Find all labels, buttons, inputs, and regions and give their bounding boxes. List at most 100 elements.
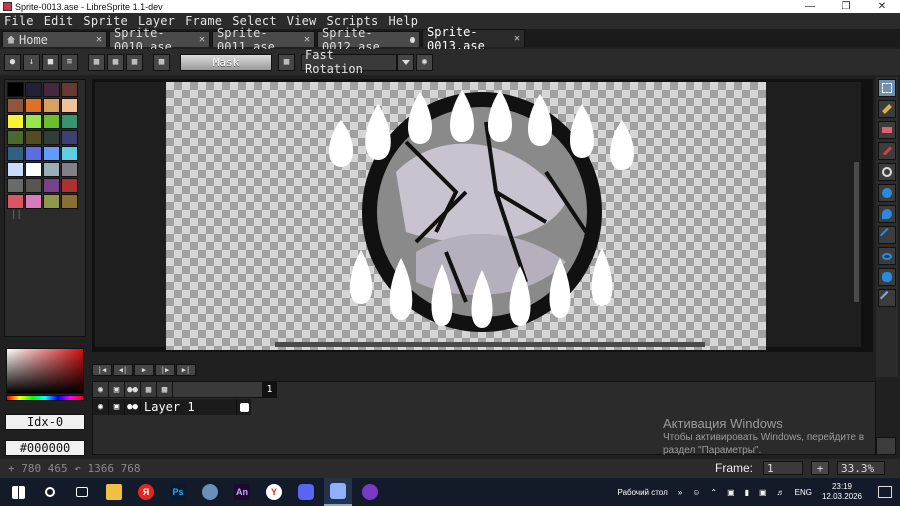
language-indicator[interactable]: ENG: [795, 488, 812, 497]
brush-type-button[interactable]: ●: [4, 53, 21, 71]
taskbar-yandex[interactable]: Я: [132, 478, 160, 506]
layer-onion-icon[interactable]: ●●: [125, 399, 141, 415]
taskbar-animate[interactable]: An: [228, 478, 256, 506]
palette-swatch[interactable]: [61, 114, 78, 129]
lock-header-icon[interactable]: ▣: [109, 382, 125, 398]
minimize-button[interactable]: —: [792, 0, 828, 13]
pivot-button[interactable]: ▦: [278, 53, 295, 71]
battery-icon[interactable]: ▮: [745, 488, 749, 497]
brush-shape-button[interactable]: ■: [42, 53, 59, 71]
palette-swatch[interactable]: [7, 98, 24, 113]
tool-ellipse[interactable]: [878, 247, 896, 265]
notification-icon[interactable]: [878, 486, 892, 498]
palette-swatch[interactable]: [25, 194, 42, 209]
palette-swatch[interactable]: [61, 82, 78, 97]
palette-swatch[interactable]: [7, 114, 24, 129]
tab-home[interactable]: Home ✕: [2, 31, 107, 47]
tool-move[interactable]: [878, 184, 896, 202]
palette-swatch[interactable]: [7, 130, 24, 145]
tab-sprite-0013[interactable]: Sprite-0013.ase ✕: [422, 25, 525, 53]
color-index-field[interactable]: Idx-0: [5, 414, 85, 430]
tool-eraser[interactable]: [878, 121, 896, 139]
tool-zoom[interactable]: [878, 163, 896, 181]
close-icon[interactable]: ✕: [304, 34, 310, 45]
last-frame-button[interactable]: ▶|: [176, 364, 196, 376]
close-icon[interactable]: ✕: [199, 34, 205, 45]
close-icon[interactable]: ✕: [96, 34, 102, 45]
selection-add-button[interactable]: ▦: [107, 53, 124, 71]
hue-slider[interactable]: [6, 395, 84, 401]
menu-edit[interactable]: Edit: [44, 14, 74, 28]
layer-mode-header-icon[interactable]: ▩: [157, 382, 173, 398]
network-icon[interactable]: ▣: [759, 488, 767, 497]
palette-swatch[interactable]: [7, 194, 24, 209]
drop-pixels-button[interactable]: ◉: [416, 53, 433, 71]
palette-swatch[interactable]: [43, 178, 60, 193]
taskbar-paint-app[interactable]: [196, 478, 224, 506]
tab-sprite-0012[interactable]: Sprite-0012.ase: [317, 26, 420, 54]
tray-clock[interactable]: 23:19 12.03.2026: [822, 482, 862, 502]
tool-line[interactable]: [878, 226, 896, 244]
palette-swatch[interactable]: [25, 146, 42, 161]
palette-swatch[interactable]: [25, 130, 42, 145]
visibility-header-icon[interactable]: ◉: [93, 382, 109, 398]
rotation-algorithm-select[interactable]: Fast Rotation: [301, 48, 397, 76]
tool-paint-bucket[interactable]: [878, 205, 896, 223]
volume-icon[interactable]: ♬: [777, 488, 785, 497]
canvas-viewport[interactable]: [95, 82, 861, 350]
tool-blur[interactable]: [878, 289, 896, 307]
taskbar-photoshop[interactable]: Ps: [164, 478, 192, 506]
taskbar-obs[interactable]: [356, 478, 384, 506]
palette-swatch[interactable]: [61, 98, 78, 113]
palette-swatch[interactable]: [25, 114, 42, 129]
palette-swatch[interactable]: [43, 130, 60, 145]
palette-swatch[interactable]: [61, 130, 78, 145]
palette-swatch[interactable]: [7, 178, 24, 193]
frame-number-header[interactable]: 1: [263, 382, 277, 398]
taskbar-file-explorer[interactable]: [100, 478, 128, 506]
tool-eyedropper[interactable]: [878, 142, 896, 160]
layer-name[interactable]: Layer 1: [141, 399, 237, 415]
taskbar-search-button[interactable]: [36, 478, 64, 506]
palette-swatch[interactable]: [43, 146, 60, 161]
close-window-button[interactable]: ✕: [864, 0, 900, 13]
previous-frame-button[interactable]: ◀|: [113, 364, 133, 376]
color-hex-field[interactable]: #000000: [5, 440, 85, 456]
palette-swatch[interactable]: [7, 82, 24, 97]
palette-swatch[interactable]: [25, 82, 42, 97]
transparent-color-button[interactable]: ▩: [153, 53, 170, 71]
brush-size-button[interactable]: ↓: [23, 53, 40, 71]
zoom-field[interactable]: 33.3%: [837, 461, 885, 475]
palette-swatch[interactable]: [43, 114, 60, 129]
layer-row[interactable]: ◉ ▣ ●● Layer 1: [93, 399, 251, 415]
layer-cel[interactable]: [237, 399, 251, 415]
link-cels-header-icon[interactable]: ▦: [141, 382, 157, 398]
mask-button[interactable]: Mask: [180, 53, 272, 71]
palette-swatch[interactable]: [7, 162, 24, 177]
tool-contour[interactable]: [878, 268, 896, 286]
palette-swatch[interactable]: [43, 162, 60, 177]
tray-overflow-icon[interactable]: ⌃: [710, 488, 717, 497]
palette-swatch[interactable]: [61, 162, 78, 177]
layer-lock-icon[interactable]: ▣: [109, 399, 125, 415]
tab-sprite-0010[interactable]: Sprite-0010.ase ✕: [109, 26, 210, 54]
tool-pencil[interactable]: [878, 100, 896, 118]
windows-start-button[interactable]: [4, 478, 32, 506]
menu-file[interactable]: File: [4, 14, 34, 28]
palette-swatch[interactable]: [61, 194, 78, 209]
taskbar-discord[interactable]: [292, 478, 320, 506]
taskbar-libresprite[interactable]: [324, 478, 352, 506]
play-button[interactable]: ▶: [134, 364, 154, 376]
frame-number-field[interactable]: 1: [763, 461, 803, 475]
people-icon[interactable]: ☺: [692, 488, 700, 497]
task-view-button[interactable]: [68, 478, 96, 506]
add-frame-button[interactable]: +: [811, 461, 829, 475]
chevron-right-icon[interactable]: »: [678, 488, 682, 497]
palette-resize-handle[interactable]: ||: [11, 210, 22, 220]
maximize-button[interactable]: ❐: [828, 0, 864, 13]
close-icon[interactable]: ✕: [514, 33, 520, 44]
palette-swatch[interactable]: [43, 82, 60, 97]
sprite-canvas[interactable]: [166, 82, 766, 350]
onion-skin-header-icon[interactable]: ●●: [125, 382, 141, 398]
tool-rectangular-marquee[interactable]: [878, 79, 896, 97]
